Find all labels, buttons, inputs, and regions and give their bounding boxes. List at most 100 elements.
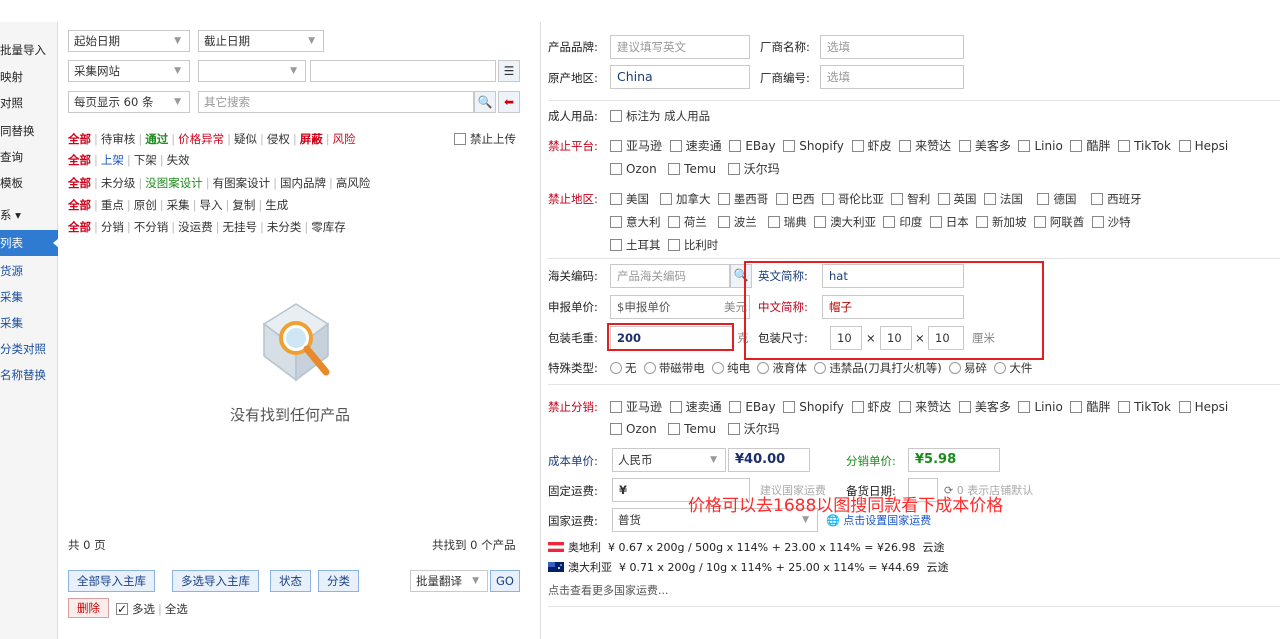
- region-checkbox[interactable]: 土耳其: [610, 238, 661, 252]
- sidebar-item-list[interactable]: 列表: [0, 230, 58, 256]
- filter-listed[interactable]: 上架: [101, 153, 124, 167]
- region-checkbox[interactable]: 意大利: [610, 215, 661, 229]
- sidebar-item-category-map[interactable]: 分类对照: [0, 336, 58, 362]
- import-all-button[interactable]: 全部导入主库: [68, 570, 155, 592]
- import-selected-button[interactable]: 多选导入主库: [172, 570, 259, 592]
- maker-code-input[interactable]: 选填: [820, 65, 964, 89]
- back-icon[interactable]: ⬅: [498, 91, 520, 113]
- declare-input[interactable]: $申报单价 美元: [610, 295, 750, 319]
- platform-checkbox[interactable]: 速卖通: [669, 139, 722, 153]
- platform-checkbox[interactable]: 来赞达: [899, 400, 951, 414]
- region-checkbox[interactable]: 波兰: [717, 215, 757, 229]
- platform-checkbox[interactable]: 速卖通: [669, 400, 722, 414]
- platform-checkbox[interactable]: Ozon: [610, 162, 657, 176]
- sidebar-item-batch-import[interactable]: 批量导入: [0, 37, 58, 63]
- sub-site-select[interactable]: ▼: [198, 60, 306, 82]
- filter-key[interactable]: 重点: [101, 198, 124, 212]
- filter-blocked[interactable]: 屏蔽: [300, 132, 323, 146]
- adult-checkbox[interactable]: 标注为 成人用品: [610, 107, 710, 125]
- platform-checkbox[interactable]: 来赞达: [899, 139, 951, 153]
- platform-checkbox[interactable]: Linio: [1018, 139, 1063, 153]
- filter-no-pattern[interactable]: 没图案设计: [145, 176, 203, 190]
- more-freight-link[interactable]: 点击查看更多国家运费...: [548, 582, 669, 600]
- filter-domestic-brand[interactable]: 国内品牌: [280, 176, 326, 190]
- site-select[interactable]: 采集网站 ▼: [68, 60, 190, 82]
- filter-all[interactable]: 全部: [68, 176, 91, 190]
- region-checkbox[interactable]: 阿联酋: [1033, 215, 1084, 229]
- filter-generated[interactable]: 生成: [265, 198, 288, 212]
- region-checkbox[interactable]: 日本: [929, 215, 969, 229]
- sidebar-item-source[interactable]: 货源: [0, 258, 58, 284]
- search-icon[interactable]: 🔍: [474, 91, 496, 113]
- filter-approved[interactable]: 通过: [145, 132, 168, 146]
- region-checkbox[interactable]: 比利时: [667, 238, 718, 252]
- filter-original[interactable]: 原创: [134, 198, 157, 212]
- platform-checkbox[interactable]: 沃尔玛: [727, 162, 780, 176]
- ban-upload-checkbox[interactable]: 禁止上传: [454, 130, 516, 148]
- sidebar-item-compare[interactable]: 对照: [0, 90, 58, 116]
- origin-input[interactable]: China: [610, 65, 750, 89]
- hs-code-input[interactable]: 产品海关编码: [610, 264, 730, 288]
- special-radio[interactable]: 易碎: [949, 361, 987, 375]
- page-size-select[interactable]: 每页显示 60 条 ▼: [68, 91, 190, 113]
- filter-distribute[interactable]: 分销: [101, 220, 124, 234]
- batch-translate-select[interactable]: 批量翻译 ▼: [410, 570, 488, 592]
- region-checkbox[interactable]: 澳大利亚: [814, 215, 876, 229]
- region-checkbox[interactable]: 西班牙: [1091, 192, 1142, 206]
- special-radio[interactable]: 无: [610, 361, 637, 375]
- filter-high-risk[interactable]: 高风险: [336, 176, 371, 190]
- filter-risk[interactable]: 风险: [333, 132, 356, 146]
- platform-checkbox[interactable]: 虾皮: [851, 139, 892, 153]
- select-all-link[interactable]: 全选: [165, 602, 188, 616]
- platform-checkbox[interactable]: 美客多: [958, 400, 1011, 414]
- filter-ungraded[interactable]: 未分级: [101, 176, 136, 190]
- special-radio[interactable]: 大件: [994, 361, 1032, 375]
- filter-suspect[interactable]: 疑似: [234, 132, 257, 146]
- list-icon[interactable]: ☰: [498, 60, 520, 82]
- platform-checkbox[interactable]: 亚马逊: [610, 400, 662, 414]
- currency-select[interactable]: 人民币 ▼: [612, 448, 726, 472]
- region-checkbox[interactable]: 德国: [1037, 192, 1076, 206]
- platform-checkbox[interactable]: 虾皮: [851, 400, 892, 414]
- end-date-select[interactable]: 截止日期 ▼: [198, 30, 324, 52]
- filter-price-abnormal[interactable]: 价格异常: [178, 132, 224, 146]
- region-checkbox[interactable]: 新加坡: [976, 215, 1027, 229]
- sidebar-item-collect-1[interactable]: 采集: [0, 284, 58, 310]
- sidebar-item-replace[interactable]: 同替换: [0, 118, 58, 144]
- filter-all[interactable]: 全部: [68, 153, 91, 167]
- select-multi-checkbox[interactable]: 多选|全选: [116, 600, 188, 618]
- sidebar-item-name-replace[interactable]: 名称替换: [0, 362, 58, 388]
- sidebar-item-mapping[interactable]: 映射: [0, 64, 58, 90]
- special-radio[interactable]: 带磁带电: [643, 361, 705, 375]
- sidebar-item-template[interactable]: 模板: [0, 170, 58, 196]
- go-button[interactable]: GO: [490, 570, 520, 592]
- filter-no-tracking[interactable]: 无挂号: [223, 220, 258, 234]
- region-checkbox[interactable]: 法国: [983, 192, 1023, 206]
- special-radio[interactable]: 纯电: [712, 361, 750, 375]
- site-keyword-input[interactable]: [310, 60, 496, 82]
- platform-checkbox[interactable]: EBay: [729, 400, 776, 414]
- filter-invalid[interactable]: 失效: [167, 153, 190, 167]
- delete-button[interactable]: 删除: [68, 598, 109, 618]
- filter-no-freight[interactable]: 没运费: [178, 220, 213, 234]
- region-checkbox[interactable]: 智利: [891, 192, 930, 206]
- region-checkbox[interactable]: 印度: [883, 215, 922, 229]
- region-checkbox[interactable]: 加拿大: [659, 192, 710, 206]
- region-checkbox[interactable]: 英国: [937, 192, 977, 206]
- brand-input[interactable]: 建议填写英文: [610, 35, 750, 59]
- filter-collected[interactable]: 采集: [167, 198, 190, 212]
- sidebar-item-group[interactable]: 系 ▾: [0, 202, 58, 228]
- region-checkbox[interactable]: 瑞典: [767, 215, 807, 229]
- dist-price-input[interactable]: ¥5.98: [908, 448, 1000, 472]
- start-date-select[interactable]: 起始日期 ▼: [68, 30, 190, 52]
- platform-checkbox[interactable]: Hepsi: [1178, 139, 1228, 153]
- region-checkbox[interactable]: 美国: [610, 192, 649, 206]
- filter-unlisted[interactable]: 下架: [134, 153, 157, 167]
- special-radio[interactable]: 违禁品(刀具打火机等): [814, 361, 942, 375]
- filter-all[interactable]: 全部: [68, 220, 91, 234]
- filter-zero-stock[interactable]: 零库存: [311, 220, 346, 234]
- platform-checkbox[interactable]: 酷胖: [1070, 139, 1110, 153]
- region-checkbox[interactable]: 哥伦比亚: [821, 192, 884, 206]
- region-checkbox[interactable]: 荷兰: [667, 215, 707, 229]
- filter-imported[interactable]: 导入: [200, 198, 223, 212]
